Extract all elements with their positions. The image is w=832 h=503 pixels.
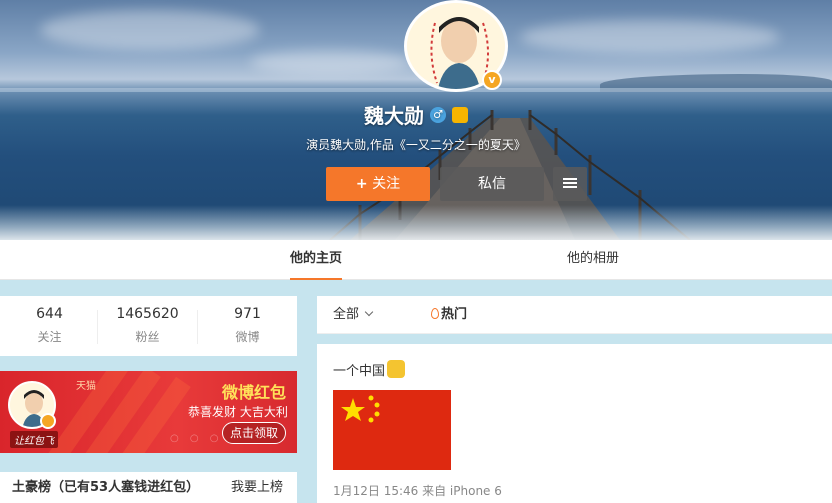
filter-hot[interactable]: 热门 <box>431 296 467 334</box>
ad-subtitle: 恭喜发财 大吉大利 <box>188 405 288 419</box>
plus-icon: + <box>355 176 368 192</box>
join-ranking-link[interactable]: 我要上榜 <box>231 472 283 503</box>
stat-weibo[interactable]: 971 微博 <box>198 306 297 345</box>
fire-icon <box>431 308 439 319</box>
verified-badge-icon <box>40 413 56 429</box>
profile-bio: 演员魏大勋,作品《一又二分之一的夏天》 <box>306 138 526 152</box>
post-text-row: 一个中国 <box>333 360 406 379</box>
ad-avatar-tag: 让红包飞 <box>10 431 58 448</box>
beach <box>0 205 832 240</box>
filter-all-dropdown[interactable]: 全部 <box>333 296 374 334</box>
chevron-down-icon <box>364 307 374 317</box>
post-meta: 1月12日 15:46 来自 iPhone 6 <box>333 484 502 498</box>
message-button[interactable]: 私信 <box>440 167 544 201</box>
gender-male-icon: ♂ <box>430 106 446 123</box>
decor-coins: ○ ○ ○ <box>170 433 223 444</box>
menu-icon <box>563 178 577 188</box>
follow-button[interactable]: + 关注 <box>326 167 430 201</box>
stat-value: 971 <box>234 306 261 322</box>
ad-title: 微博红包 <box>222 383 287 402</box>
profile-name-row: 魏大勋 ♂ <box>0 100 832 129</box>
filter-hot-label: 热门 <box>441 307 468 322</box>
vip-icon[interactable] <box>452 106 468 123</box>
weibo-post: 一个中国 1月12日 15:46 来自 iPhone 6 <box>317 344 832 503</box>
filter-all-label: 全部 <box>333 307 360 322</box>
stat-label: 粉丝 <box>135 330 160 344</box>
follow-label: 关注 <box>372 176 401 192</box>
ad-brand: 天猫 <box>76 381 96 392</box>
feed-filter-bar: 全部 热门 <box>317 296 832 334</box>
stat-value: 644 <box>36 306 63 322</box>
post-text: 一个中国 <box>333 364 386 379</box>
stats-card: 644 关注 1465620 粉丝 971 微博 <box>0 296 297 356</box>
red-envelope-banner[interactable]: 让红包飞 天猫 ○ ○ ○ 微博红包 恭喜发财 大吉大利 点击领取 <box>0 371 297 453</box>
stat-label: 微博 <box>235 330 260 344</box>
hand-emoji-icon <box>387 360 406 378</box>
stat-value: 1465620 <box>116 306 179 322</box>
claim-button[interactable]: 点击领取 <box>222 422 286 444</box>
post-image[interactable] <box>333 390 451 470</box>
ranking-title: 土豪榜（已有53人塞钱进红包） <box>12 480 200 495</box>
profile-tabbar: 他的主页 他的相册 <box>0 240 832 280</box>
stat-label: 关注 <box>37 330 62 344</box>
tab-album[interactable]: 他的相册 <box>567 240 619 280</box>
more-menu-button[interactable] <box>553 167 587 201</box>
china-flag-image <box>333 390 451 470</box>
profile-name: 魏大勋 <box>364 104 424 128</box>
tab-home[interactable]: 他的主页 <box>290 240 343 280</box>
donor-ranking: 土豪榜（已有53人塞钱进红包） 我要上榜 <box>0 472 297 503</box>
stat-following[interactable]: 644 关注 <box>0 306 99 345</box>
stat-followers[interactable]: 1465620 粉丝 <box>98 306 197 345</box>
verified-badge-icon: v <box>482 70 502 90</box>
